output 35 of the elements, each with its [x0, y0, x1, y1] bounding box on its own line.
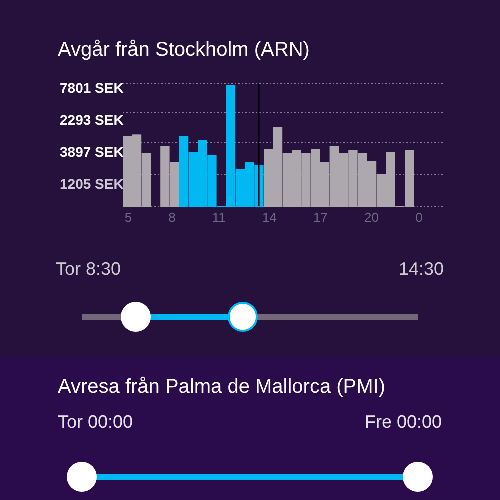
price-label: 1205 SEK	[60, 176, 124, 192]
price-bar	[188, 152, 198, 207]
slider-thumb[interactable]	[120, 302, 151, 332]
start-time: Tor 8:30	[56, 258, 122, 280]
price-bar	[339, 153, 348, 207]
hour-label: 5	[124, 209, 132, 227]
price-bar	[330, 146, 339, 207]
price-bar	[198, 140, 208, 207]
price-bar	[292, 150, 302, 207]
end-time: Fre 00:00	[364, 411, 442, 434]
price-bar	[245, 162, 254, 207]
hour-label: 11	[212, 209, 226, 227]
end-time: 14:30	[398, 258, 444, 280]
hour-label: 8	[168, 209, 176, 227]
price-bar	[348, 150, 358, 207]
slider-thumb[interactable]	[67, 462, 97, 492]
price-bar	[264, 149, 274, 207]
hour-label: 0	[416, 209, 423, 227]
price-bar	[310, 149, 320, 207]
price-bar	[320, 162, 330, 207]
price-bar	[367, 161, 376, 207]
hour-label: 20	[364, 209, 380, 227]
panel-title: Avgår från Stockholm (ARN)	[58, 38, 311, 63]
hour-label: 17	[314, 209, 328, 227]
hour-label: 14	[262, 209, 277, 227]
price-bar	[122, 136, 132, 207]
price-label: 3897 SEK	[60, 144, 124, 160]
start-time: Tor 00:00	[58, 411, 134, 434]
price-label: 7801 SEK	[60, 80, 124, 96]
price-bar	[142, 153, 151, 207]
slider-thumb[interactable]	[403, 462, 433, 492]
price-bar	[160, 146, 170, 207]
panel-title: Avresa från Palma de Mallorca (PMI)	[58, 375, 387, 400]
price-label: 2293 SEK	[60, 112, 124, 128]
slider-thumb[interactable]	[228, 302, 258, 332]
